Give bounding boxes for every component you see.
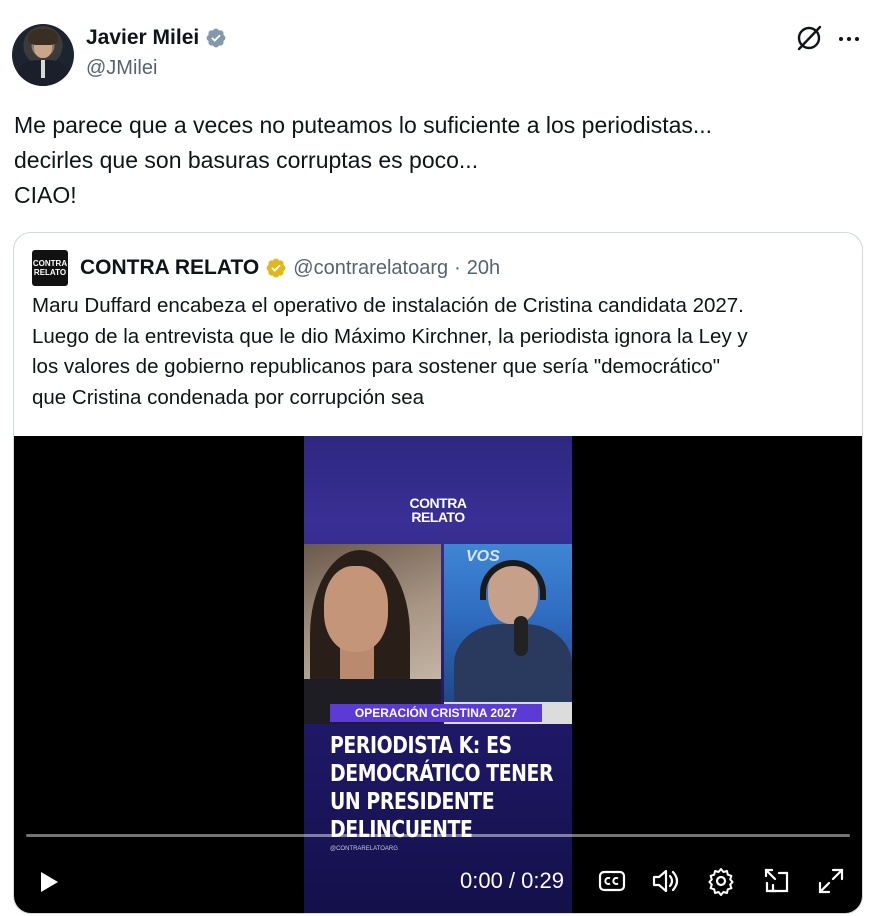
- video-time: 0:00 / 0:29: [460, 868, 564, 893]
- quote-line: que Cristina condenada por corrupción se…: [32, 385, 425, 409]
- quote-separator: ·: [454, 256, 461, 279]
- tweet-line: Me parece que a veces no puteamos lo suf…: [14, 112, 713, 138]
- captions-icon[interactable]: [597, 866, 627, 896]
- gold-verified-badge-icon: [266, 258, 286, 278]
- quote-line: Luego de la entrevista que le dio Máximo…: [32, 324, 748, 348]
- quoted-tweet[interactable]: CONTRA RELATO CONTRA RELATO @contrarelat…: [13, 232, 863, 914]
- video-tag: OPERACIÓN CRISTINA 2027: [330, 704, 542, 722]
- studio-logo: VOS: [466, 548, 500, 565]
- author-handle[interactable]: @JMilei: [86, 57, 157, 80]
- settings-icon[interactable]: [706, 866, 736, 896]
- author-avatar[interactable]: [12, 24, 74, 86]
- video-guest-photo: [304, 544, 441, 724]
- video-host-photo: VOS: [444, 544, 572, 724]
- tweet-text: Me parece que a veces no puteamos lo suf…: [14, 108, 854, 213]
- video-brand-logo: CONTRA RELATO: [409, 495, 467, 525]
- tweet-line: decirles que son basuras corruptas es po…: [14, 147, 479, 173]
- tweet-line: CIAO!: [14, 182, 77, 208]
- quote-header: CONTRA RELATO CONTRA RELATO @contrarelat…: [32, 250, 500, 286]
- video-player[interactable]: CONTRA RELATO VOS OPERACIÓN CRISTINA 202…: [14, 436, 862, 913]
- more-icon[interactable]: [836, 26, 862, 52]
- video-social-handle: @CONTRARELATOARG: [330, 846, 398, 852]
- picture-in-picture-icon[interactable]: [761, 866, 791, 896]
- author-name-row: Javier Milei: [86, 26, 227, 50]
- video-frame: CONTRA RELATO VOS OPERACIÓN CRISTINA 202…: [304, 436, 572, 913]
- video-progress-bar[interactable]: [26, 834, 850, 837]
- grok-icon[interactable]: [793, 22, 825, 54]
- author-name[interactable]: Javier Milei: [86, 26, 199, 50]
- quote-text: Maru Duffard encabeza el operativo de in…: [32, 291, 852, 413]
- fullscreen-icon[interactable]: [816, 866, 846, 896]
- quote-line: los valores de gobierno republicanos par…: [32, 355, 721, 378]
- play-icon[interactable]: [38, 870, 60, 894]
- quote-line: Maru Duffard encabeza el operativo de in…: [32, 294, 744, 317]
- verified-badge-icon: [206, 28, 226, 48]
- quote-avatar[interactable]: CONTRA RELATO: [32, 250, 68, 286]
- video-headline: PERIODISTA K: ES DEMOCRÁTICO TENER UN PR…: [330, 733, 554, 843]
- quote-timestamp[interactable]: 20h: [467, 257, 500, 280]
- video-controls: 0:00 / 0:29: [14, 856, 862, 912]
- quote-author-name[interactable]: CONTRA RELATO: [80, 256, 259, 280]
- volume-icon[interactable]: [650, 866, 680, 896]
- quote-author-handle[interactable]: @contrarelatoarg: [293, 257, 448, 280]
